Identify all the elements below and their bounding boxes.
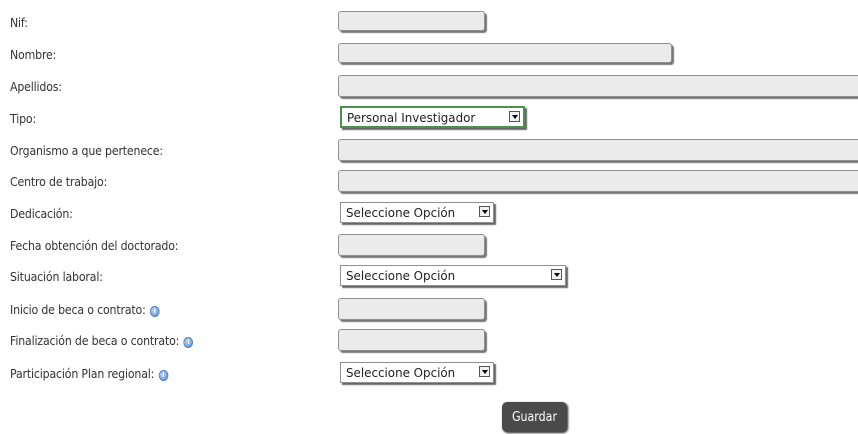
inicio-beca-label: Inicio de beca o contrato: i [10,302,160,317]
dedicacion-label: Dedicación: [10,206,73,221]
chevron-down-icon [479,366,490,377]
row-nif: Nif: [0,11,858,41]
info-icon[interactable]: i [150,306,160,317]
inicio-beca-field[interactable] [338,298,485,320]
fin-beca-field[interactable] [338,329,485,351]
guardar-button[interactable]: Guardar [502,402,567,432]
fecha-doctorado-label: Fecha obtención del doctorado: [10,238,179,253]
chevron-down-icon [509,111,520,122]
row-apellidos: Apellidos: [0,75,858,105]
row-plan-regional: Participación Plan regional: i Seleccione… [0,362,858,392]
situacion-select[interactable]: Seleccione Opción [340,265,566,286]
row-dedicacion: Dedicación: Seleccione Opción [0,202,858,232]
organismo-label: Organismo a que pertenece: [10,143,163,158]
plan-regional-select-value: Seleccione Opción [346,365,456,380]
situacion-select-value: Seleccione Opción [346,268,456,283]
info-icon[interactable]: i [158,370,169,381]
fin-beca-label-text: Finalización de beca o contrato: [10,333,180,348]
row-organismo: Organismo a que pertenece: [0,139,858,169]
tipo-select[interactable]: Personal Investigador [340,106,525,128]
row-tipo: Tipo: Personal Investigador [0,106,858,137]
plan-regional-label: Participación Plan regional: i [10,366,169,381]
nombre-label: Nombre: [10,47,57,62]
dedicacion-select-value: Seleccione Opción [346,205,456,220]
tipo-select-value: Personal Investigador [347,110,476,125]
chevron-down-icon [479,206,490,217]
situacion-label: Situación laboral: [10,269,103,284]
plan-regional-label-text: Participación Plan regional: [10,366,155,381]
row-situacion: Situación laboral: Seleccione Opción [0,265,858,295]
row-fecha-doctorado: Fecha obtención del doctorado: [0,234,858,264]
row-nombre: Nombre: [0,43,858,73]
fin-beca-label: Finalización de beca o contrato: i [10,333,194,348]
dedicacion-select[interactable]: Seleccione Opción [340,202,494,223]
apellidos-label: Apellidos: [10,79,62,94]
row-inicio-beca: Inicio de beca o contrato: i [0,298,858,328]
researcher-form: Nif: Nombre: Apellidos: Tipo: Personal I… [0,0,858,434]
chevron-down-icon [551,269,562,280]
inicio-beca-label-text: Inicio de beca o contrato: [10,302,146,317]
fecha-doctorado-field[interactable] [338,234,485,256]
row-centro: Centro de trabajo: [0,170,858,200]
row-fin-beca: Finalización de beca o contrato: i [0,329,858,359]
nif-label: Nif: [10,15,28,30]
nombre-field[interactable] [338,43,672,63]
info-icon[interactable]: i [183,337,194,348]
guardar-button-label: Guardar [511,409,558,425]
organismo-field[interactable] [338,139,858,161]
centro-field[interactable] [338,170,858,192]
tipo-label: Tipo: [10,111,36,126]
apellidos-field[interactable] [338,75,858,97]
centro-label: Centro de trabajo: [10,174,108,189]
plan-regional-select[interactable]: Seleccione Opción [340,362,494,383]
nif-field[interactable] [338,11,485,31]
